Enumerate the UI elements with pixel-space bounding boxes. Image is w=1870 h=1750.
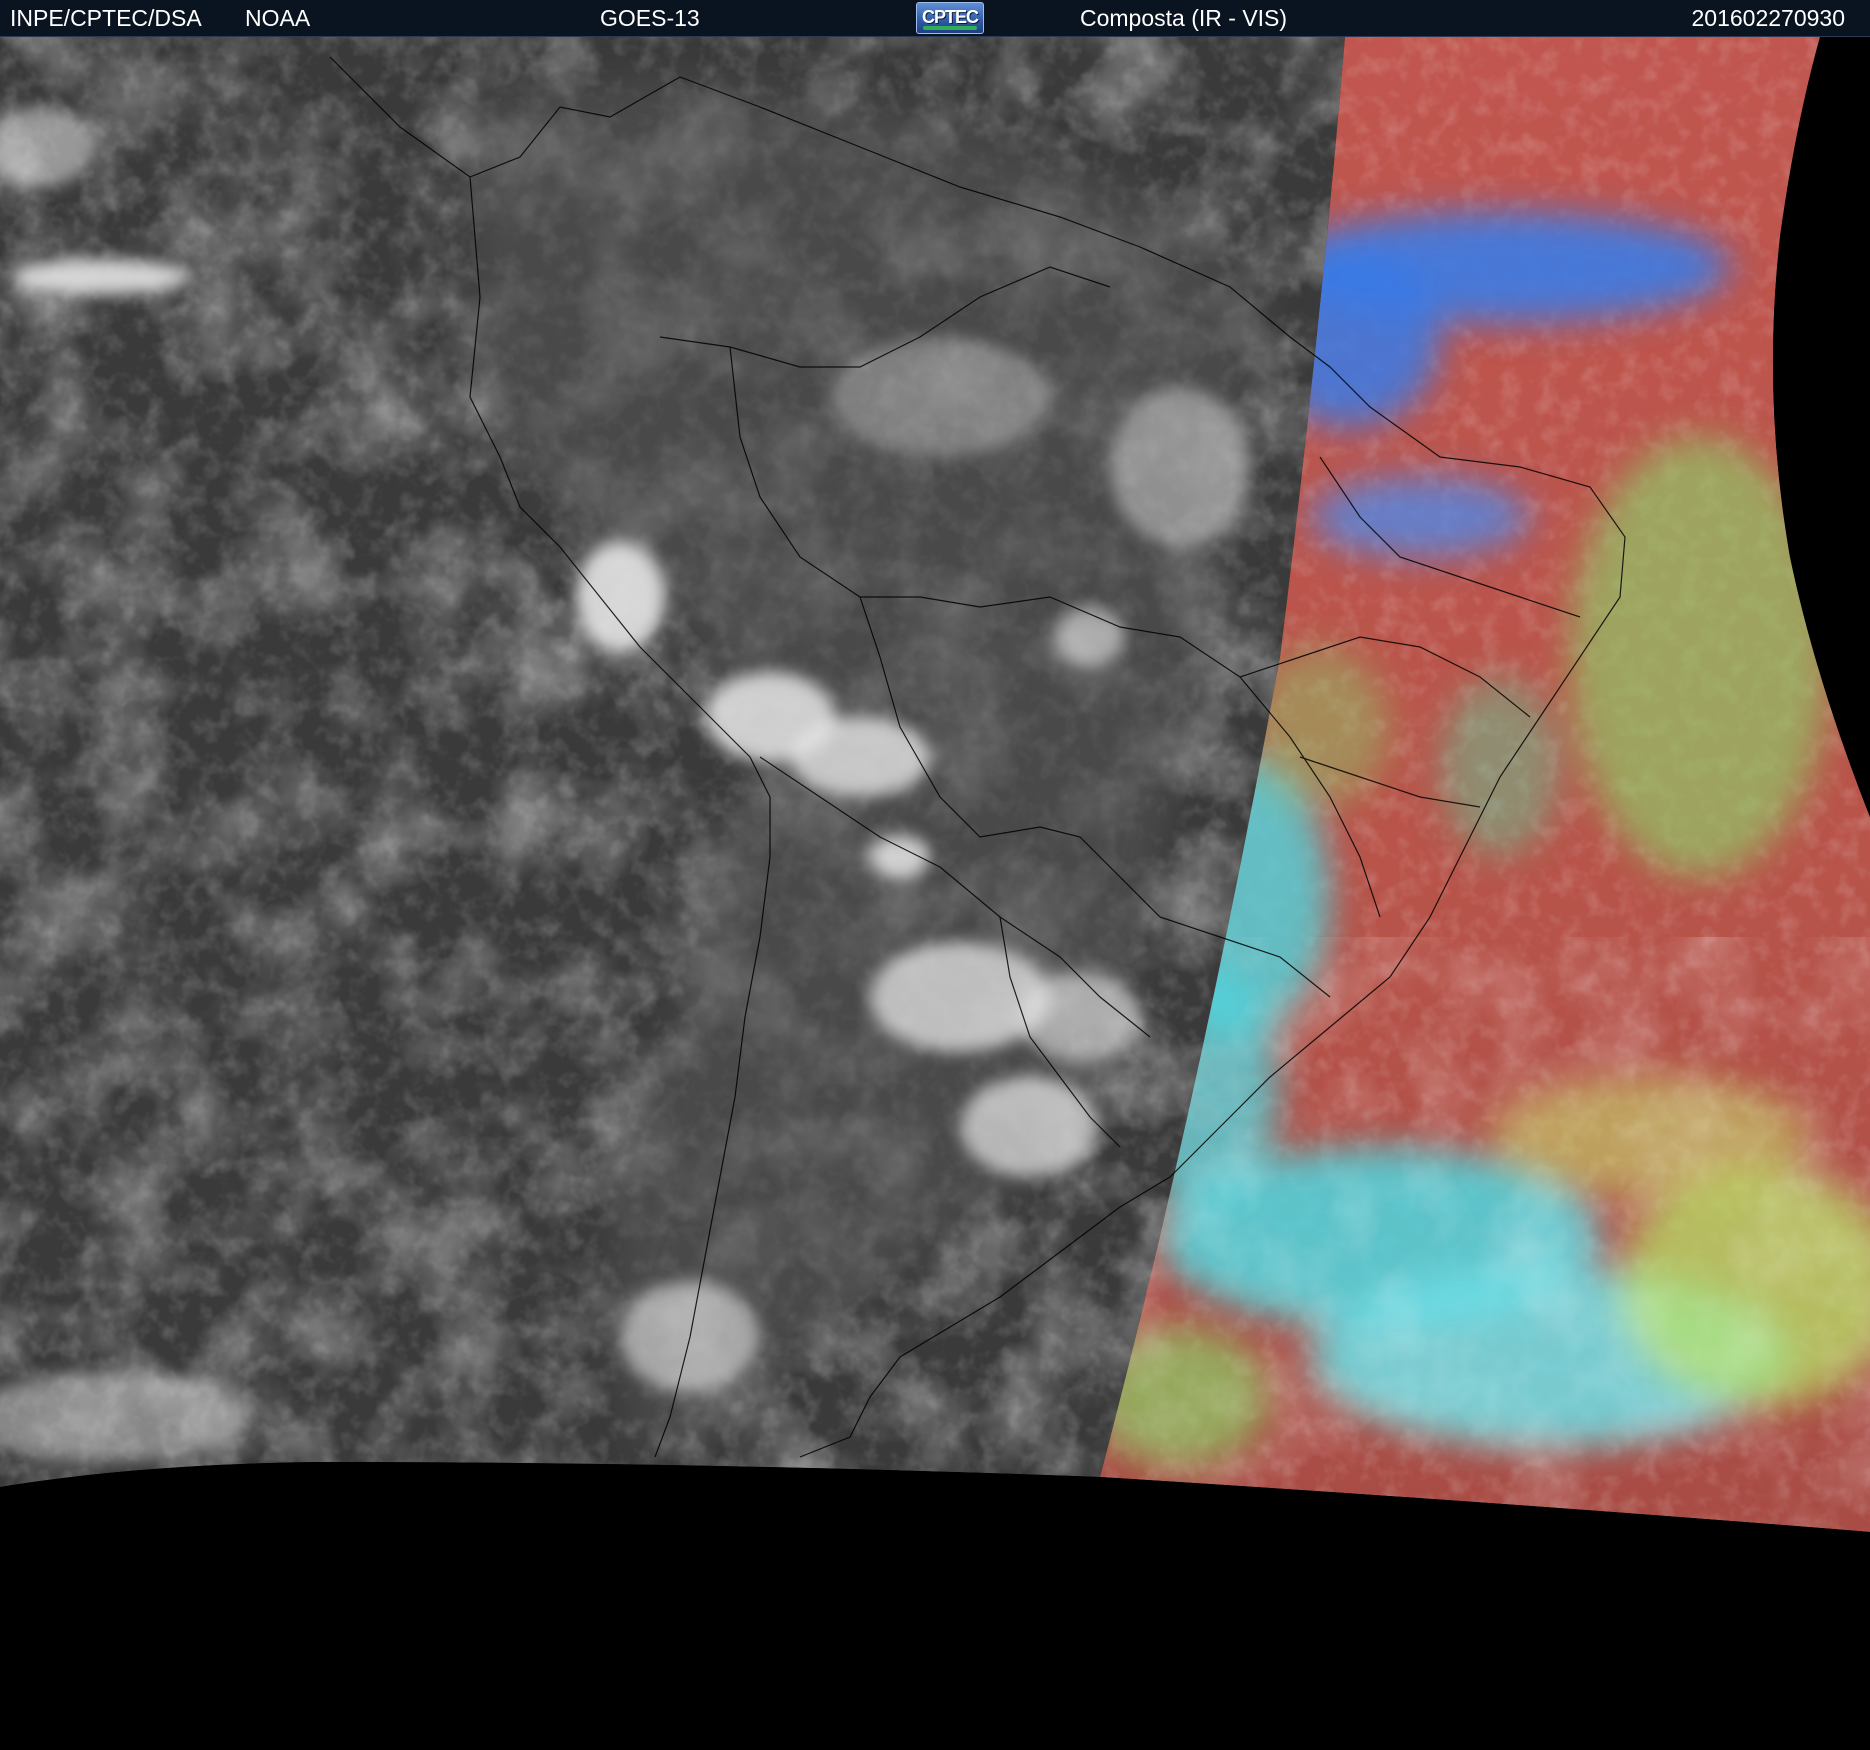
satellite-map	[0, 37, 1870, 1750]
agency-label: INPE/CPTEC/DSA	[10, 5, 202, 31]
satellite-image-viewer: INPE/CPTEC/DSA NOAA GOES-13 CPTEC Compos…	[0, 0, 1870, 1750]
satellite-label: GOES-13	[600, 5, 700, 31]
logo-swoosh	[923, 26, 977, 30]
product-label: Composta (IR - VIS)	[1080, 5, 1288, 31]
cptec-logo-icon: CPTEC	[916, 2, 984, 34]
infrared-region	[0, 37, 1345, 1487]
timestamp-label: 201602270930	[1691, 5, 1846, 31]
image-header-bar: INPE/CPTEC/DSA NOAA GOES-13 CPTEC Compos…	[0, 0, 1870, 37]
logo-text: CPTEC	[921, 7, 979, 27]
satellite-map-canvas	[0, 37, 1870, 1750]
source-label: NOAA	[245, 5, 311, 31]
